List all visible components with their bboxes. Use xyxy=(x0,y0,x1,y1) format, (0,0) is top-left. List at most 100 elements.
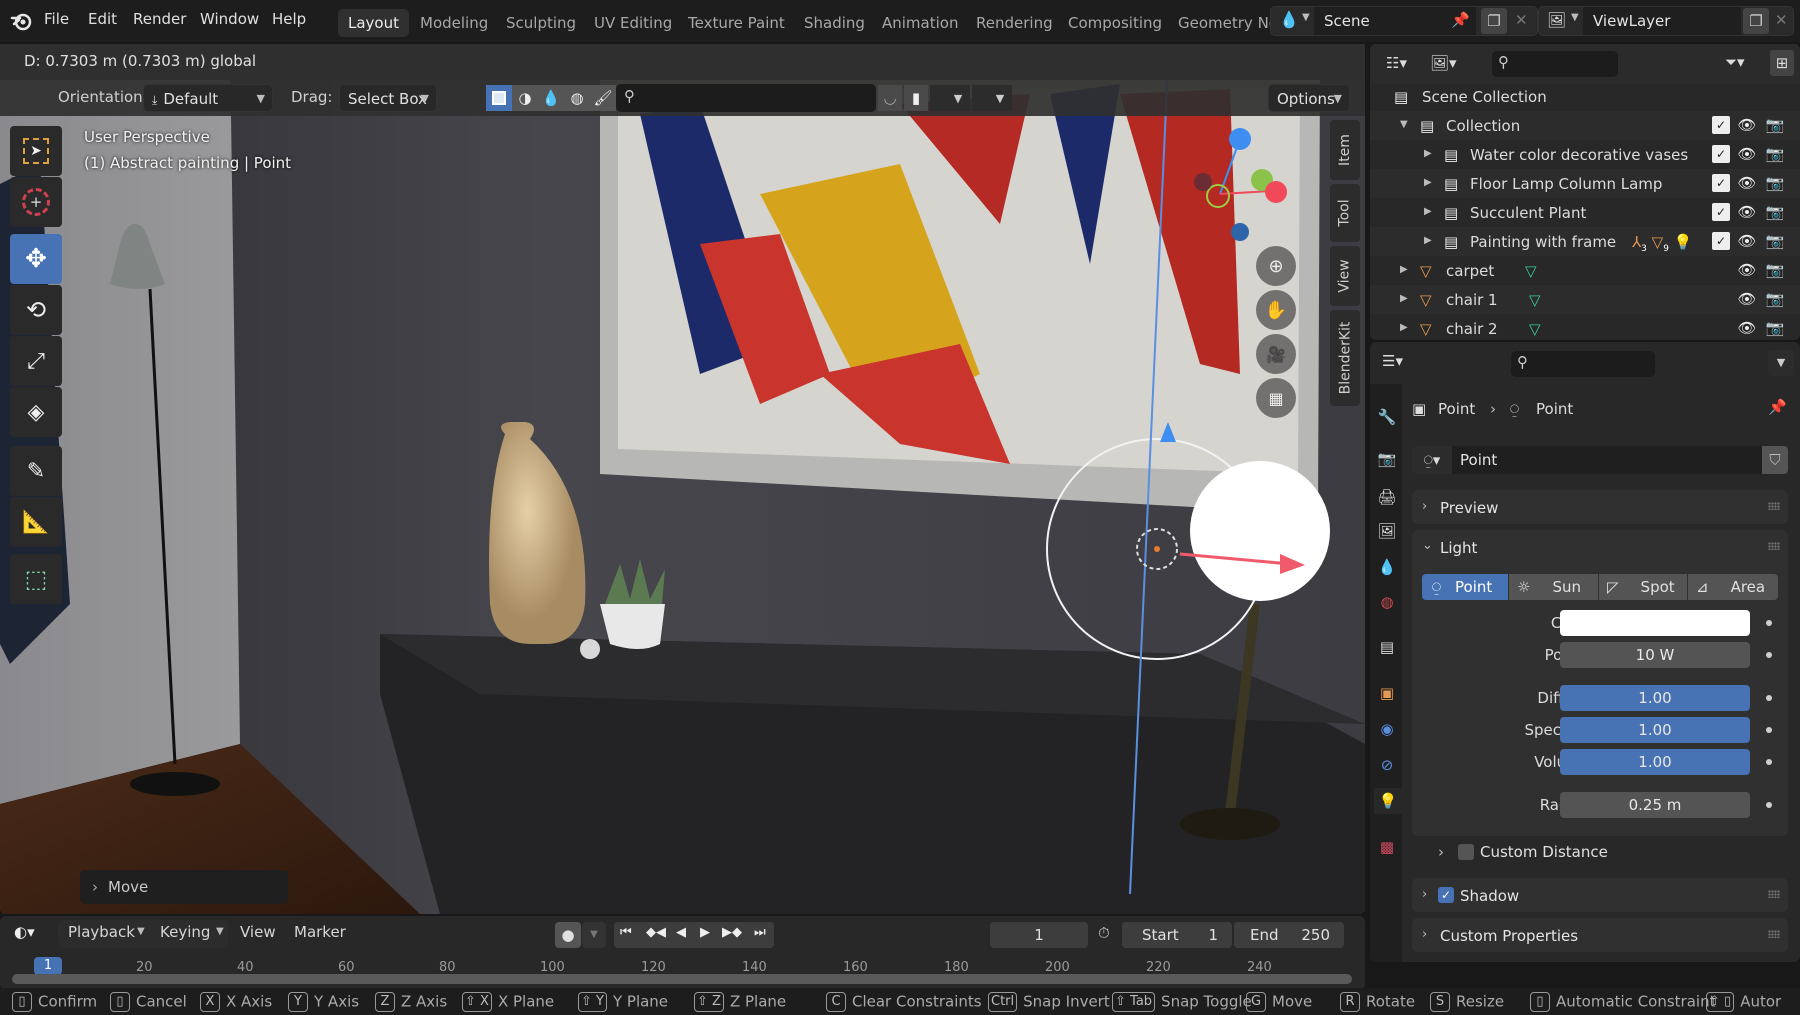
drag-grip-icon[interactable] xyxy=(1768,502,1780,510)
zoom-button[interactable]: ⊕ xyxy=(1256,246,1296,286)
mesh-data-icon[interactable]: ▽ xyxy=(1529,320,1541,338)
radius-field[interactable]: 0.25 m xyxy=(1560,792,1750,818)
properties-search-input[interactable]: ⚲ xyxy=(1511,351,1655,377)
scene-selector[interactable]: 💧 ▼ Scene 📌 ❐ ✕ xyxy=(1270,6,1538,36)
eye-icon[interactable]: 👁 xyxy=(1737,319,1756,337)
eye-icon[interactable]: 👁 xyxy=(1737,290,1756,308)
playhead[interactable]: 1 xyxy=(34,957,62,975)
color-field[interactable] xyxy=(1560,610,1750,636)
outliner-row[interactable]: ▶ ▤ Painting with frame ⅄3 ▽9 💡 ✓ 👁 📷 xyxy=(1370,227,1800,256)
keyframe-dot-icon[interactable] xyxy=(1766,802,1772,808)
diffuse-slider[interactable]: 1.00 xyxy=(1560,685,1750,711)
pan-button[interactable]: ✋ xyxy=(1256,290,1296,330)
editor-type-icon[interactable]: ☰▾ xyxy=(1382,352,1403,370)
solid-shading-button[interactable]: ◑ xyxy=(512,85,538,111)
chevron-down-icon[interactable]: ⌄ xyxy=(1422,538,1433,553)
expand-right-icon[interactable]: ▶ xyxy=(1400,293,1408,304)
outliner-item-label[interactable]: chair 1 xyxy=(1446,291,1498,309)
camera-render-icon[interactable]: 📷 xyxy=(1766,261,1785,279)
exclude-checkbox[interactable]: ✓ xyxy=(1712,145,1730,163)
eye-icon[interactable]: 👁 xyxy=(1737,174,1756,192)
orientation-dropdown[interactable]: ⤓ Default ▼ xyxy=(143,84,273,112)
keyframe-dot-icon[interactable] xyxy=(1766,620,1772,626)
3d-viewport[interactable] xyxy=(0,44,1365,914)
output-tab[interactable]: 🖨 xyxy=(1374,484,1400,510)
volume-slider[interactable]: 1.00 xyxy=(1560,749,1750,775)
viewport-search-input[interactable]: ⚲ xyxy=(616,84,876,112)
light-type-sun[interactable]: ☼ Sun xyxy=(1509,574,1598,600)
display-mode-icon[interactable]: ☷▾ xyxy=(1386,54,1407,72)
material-shading-button[interactable]: 💧 xyxy=(538,85,564,111)
view-layer-selector[interactable]: 🖼 ▼ ViewLayer ❐ ✕ xyxy=(1538,6,1794,36)
wireframe-shading-button[interactable] xyxy=(486,85,512,111)
expand-right-icon[interactable]: ▶ xyxy=(1424,235,1432,246)
timeline-scrollbar[interactable] xyxy=(12,974,1352,984)
camera-render-icon[interactable]: 📷 xyxy=(1766,203,1785,221)
world-tab[interactable]: ◍ xyxy=(1374,589,1400,615)
eye-icon[interactable]: 👁 xyxy=(1737,203,1756,221)
subpanel-custom-distance[interactable]: › Custom Distance xyxy=(1430,840,1770,866)
sidebar-tab-view[interactable]: View xyxy=(1330,246,1360,306)
tool-move[interactable]: ✥ xyxy=(10,234,62,284)
outliner-item-label[interactable]: Succulent Plant xyxy=(1470,204,1586,222)
tab-compositing[interactable]: Compositing xyxy=(1058,9,1172,37)
camera-render-icon[interactable]: 📷 xyxy=(1766,319,1785,337)
sidebar-tab-tool[interactable]: Tool xyxy=(1330,184,1360,242)
camera-view-button[interactable]: 🎥 xyxy=(1256,334,1296,374)
light-datablock-name[interactable]: Point xyxy=(1460,451,1497,469)
exclude-checkbox[interactable]: ✓ xyxy=(1712,116,1730,134)
expand-right-icon[interactable]: ▶ xyxy=(1400,264,1408,275)
camera-render-icon[interactable]: 📷 xyxy=(1766,174,1785,192)
fake-user-shield-icon[interactable]: ⛉ xyxy=(1762,446,1788,474)
paint-brush-button[interactable]: 🖌 xyxy=(590,85,616,111)
tab-rendering[interactable]: Rendering xyxy=(966,9,1063,37)
tool-add-cube[interactable]: ⬚ xyxy=(10,554,62,604)
tool-cursor[interactable]: + xyxy=(10,177,62,227)
collection-tab[interactable]: ▤ xyxy=(1374,634,1400,660)
duplicate-scene-icon[interactable]: ❐ xyxy=(1481,8,1507,34)
eye-icon[interactable]: 👁 xyxy=(1737,261,1756,279)
outliner-row[interactable]: ▶ ▤ Succulent Plant ✓ 👁 📷 xyxy=(1370,198,1800,227)
world-shading-button[interactable]: ◍ xyxy=(564,85,590,111)
tool-rotate[interactable]: ⟲ xyxy=(10,285,62,335)
mesh-data-icon[interactable]: ▽ xyxy=(1525,262,1537,280)
sidebar-tab-item[interactable]: Item xyxy=(1330,120,1360,180)
outliner-row[interactable]: ▼ ▤ Collection ✓ 👁 📷 xyxy=(1370,111,1800,140)
filter-dropdown-1[interactable]: ▼ xyxy=(930,85,970,111)
light-type-point[interactable]: ⍜ Point xyxy=(1422,574,1508,600)
outliner-item-label[interactable]: Painting with frame xyxy=(1470,233,1616,251)
mesh-data-icon[interactable]: ▽ xyxy=(1529,291,1541,309)
view-layer-filter-icon[interactable]: 🖼▾ xyxy=(1430,54,1457,72)
outliner-search-input[interactable]: ⚲ xyxy=(1492,51,1618,77)
exclude-checkbox[interactable]: ✓ xyxy=(1712,174,1730,192)
pin-icon[interactable]: 📌 xyxy=(1768,398,1787,416)
drag-dropdown[interactable]: Select Box ▼ xyxy=(339,84,437,112)
expand-right-icon[interactable]: ▶ xyxy=(1424,177,1432,188)
drag-grip-icon[interactable] xyxy=(1768,890,1780,898)
camera-render-icon[interactable]: 📷 xyxy=(1766,116,1785,134)
outliner-item-label[interactable]: Water color decorative vases xyxy=(1470,146,1688,164)
render-tab[interactable]: 📷 xyxy=(1374,446,1400,472)
blender-logo-icon[interactable] xyxy=(10,10,32,32)
duplicate-view-layer-icon[interactable]: ❐ xyxy=(1743,8,1769,34)
operator-panel-move[interactable]: › Move xyxy=(80,870,288,904)
object-tab[interactable]: ▣ xyxy=(1374,680,1400,706)
close-icon[interactable]: ✕ xyxy=(1775,11,1788,29)
light-type-area[interactable]: ⊿ Area xyxy=(1688,574,1778,600)
view-layer-name-field[interactable]: ViewLayer xyxy=(1583,7,1741,35)
outliner-row[interactable]: ▶ ▽ chair 2 ▽ 👁 📷 xyxy=(1370,314,1800,340)
tab-sculpting[interactable]: Sculpting xyxy=(496,9,586,37)
light-type-spot[interactable]: ◸ Spot xyxy=(1599,574,1687,600)
panel-light-title[interactable]: Light xyxy=(1440,539,1477,557)
keyframe-dot-icon[interactable] xyxy=(1766,759,1772,765)
new-collection-icon[interactable]: ⊞ xyxy=(1770,50,1794,76)
eye-icon[interactable]: 👁 xyxy=(1737,232,1756,250)
custom-distance-checkbox[interactable] xyxy=(1458,844,1474,860)
light-datablock-selector[interactable]: ⍜▾ Point ⛉ xyxy=(1412,446,1788,474)
menu-render[interactable]: Render xyxy=(133,10,186,28)
expand-right-icon[interactable]: ▶ xyxy=(1424,148,1432,159)
outliner-row-scene-collection[interactable]: ▤ Scene Collection xyxy=(1370,82,1800,111)
panel-preview[interactable]: › Preview xyxy=(1412,490,1788,524)
bookmark-button[interactable]: ▮ xyxy=(904,85,928,111)
ortho-toggle-button[interactable]: ▦ xyxy=(1256,378,1296,418)
